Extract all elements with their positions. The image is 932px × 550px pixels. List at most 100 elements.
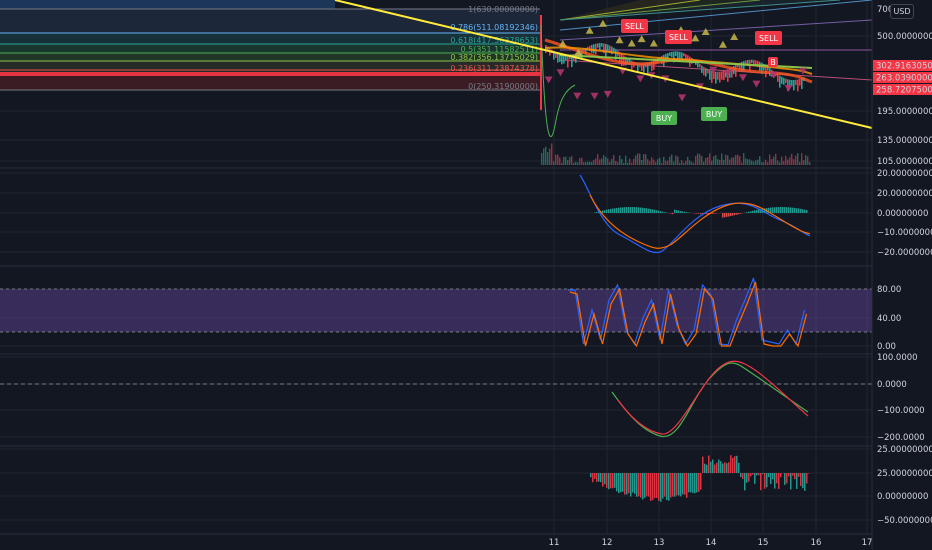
momentum-bar xyxy=(800,473,802,486)
momentum-bar xyxy=(596,473,598,482)
momentum-bar xyxy=(794,473,796,480)
time-axis[interactable]: 11 12 13 14 15 16 17 xyxy=(0,533,872,548)
momentum-axis: 25.00000000 25.00000000 0.00000000 −50.0… xyxy=(877,445,932,526)
macd-axis: 20.00000000 20.00000000 0.00000000 −10.0… xyxy=(877,169,932,258)
volume-bar xyxy=(757,159,759,165)
volume-bar xyxy=(731,157,733,165)
axis-tick: 135.00000000 xyxy=(877,136,932,146)
volume-bar xyxy=(677,156,679,165)
momentum-bar xyxy=(722,463,724,473)
volume-bar xyxy=(743,153,745,165)
candle xyxy=(697,62,699,68)
macd-histogram-bar xyxy=(798,208,800,213)
candle xyxy=(793,80,795,91)
volume-bar xyxy=(719,159,721,165)
volume-bar xyxy=(541,152,543,165)
down-marker xyxy=(752,80,761,88)
macd-histogram-bar xyxy=(642,207,644,213)
macd-histogram-bar xyxy=(604,210,606,213)
momentum-bar xyxy=(626,473,628,495)
momentum-bar xyxy=(600,473,602,483)
up-marker xyxy=(691,34,700,42)
momentum-bar xyxy=(690,473,692,493)
candle xyxy=(563,54,565,64)
macd-line xyxy=(579,174,811,254)
volume-bar xyxy=(807,156,809,165)
svg-text:258.72075000: 258.72075000 xyxy=(876,86,932,96)
macd-histogram-bar xyxy=(806,210,808,213)
fib-zones xyxy=(0,0,540,91)
momentum-bar xyxy=(646,473,648,497)
candle xyxy=(599,43,601,51)
svg-text:−50.00000000: −50.00000000 xyxy=(877,516,932,526)
macd-histogram-bar xyxy=(674,209,676,213)
volume-bar xyxy=(727,155,729,165)
momentum-bar xyxy=(636,473,638,497)
volume-bar xyxy=(577,162,579,165)
up-marker xyxy=(701,28,710,36)
macd-histogram-bar xyxy=(634,207,636,213)
macd-histogram-bar xyxy=(614,208,616,213)
candle xyxy=(703,66,705,76)
volume-bar xyxy=(581,157,583,165)
volume-bar xyxy=(579,158,581,165)
volume-bar xyxy=(701,155,703,165)
macd-histogram-bar xyxy=(612,208,614,213)
macd-histogram-bar xyxy=(736,213,738,215)
volume-bar xyxy=(659,157,661,165)
momentum-bar xyxy=(668,473,670,501)
fib-level-label: 1(630.00000000) xyxy=(468,5,538,14)
volume-bar xyxy=(703,161,705,165)
macd-histogram-bar xyxy=(638,207,640,213)
up-marker xyxy=(627,39,636,47)
volume-bar xyxy=(771,158,773,165)
volume-bar xyxy=(547,152,549,165)
rsi-axis: 80.00 40.00 0.00 xyxy=(877,285,901,352)
momentum-bar xyxy=(768,473,770,478)
candle xyxy=(593,44,595,54)
candle xyxy=(675,51,677,57)
momentum-bar xyxy=(624,473,626,495)
svg-text:20.00000000: 20.00000000 xyxy=(877,169,932,179)
volume-bar xyxy=(665,160,667,165)
time-tick: 16 xyxy=(811,538,822,548)
macd-histogram-bar xyxy=(646,208,648,213)
momentum-bar xyxy=(770,473,772,484)
macd-histogram-bar xyxy=(792,207,794,213)
macd-histogram-bar xyxy=(754,210,756,213)
volume-bar xyxy=(553,161,555,165)
momentum-bar xyxy=(694,473,696,494)
chart-canvas[interactable]: 1(630.00000000)0.786(511.08192346)0.618(… xyxy=(0,0,932,550)
svg-text:302.91630500: 302.91630500 xyxy=(876,62,932,72)
volume-bar xyxy=(607,158,609,165)
momentum-bar xyxy=(750,473,752,477)
down-marker xyxy=(784,84,793,92)
volume-bar xyxy=(593,159,595,165)
momentum-bar xyxy=(726,463,728,473)
macd-histogram-bar xyxy=(738,213,740,215)
candle xyxy=(777,74,779,82)
volume-bar xyxy=(707,157,709,165)
candle xyxy=(719,71,721,83)
momentum-bar xyxy=(708,455,710,473)
volume-bar xyxy=(587,161,589,165)
currency-button[interactable]: USD xyxy=(890,4,914,19)
volume-bar xyxy=(711,160,713,165)
macd-histogram-bar xyxy=(650,209,652,213)
macd-histogram-bar xyxy=(774,207,776,213)
volume-bar xyxy=(595,158,597,165)
volume-bar xyxy=(761,162,763,165)
volume-bar xyxy=(805,155,807,165)
time-tick: 15 xyxy=(758,538,769,548)
svg-text:263.03900000: 263.03900000 xyxy=(876,74,932,84)
macd-histogram-bar xyxy=(752,210,754,213)
momentum-bar xyxy=(704,463,706,473)
macd-histogram-bar xyxy=(672,213,674,215)
macd-histogram-bar xyxy=(632,207,634,213)
candle xyxy=(701,65,703,73)
momentum-bar xyxy=(654,473,656,499)
volume-bar xyxy=(809,162,811,165)
macd-histogram-bar xyxy=(780,207,782,213)
macd-histogram-bar xyxy=(802,209,804,213)
volume-bar xyxy=(693,162,695,165)
